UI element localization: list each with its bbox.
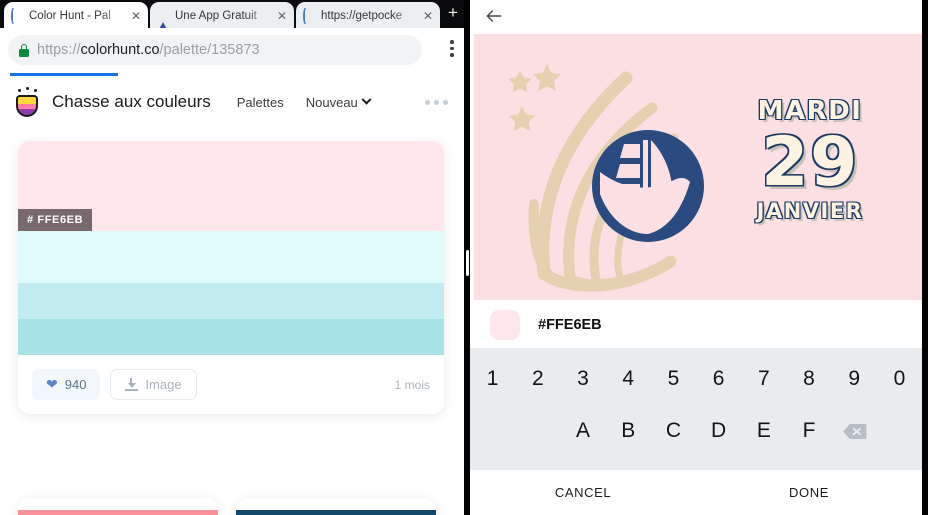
- palette-swatch-3[interactable]: [18, 283, 444, 319]
- key-c[interactable]: C: [651, 406, 696, 456]
- key-f[interactable]: F: [786, 406, 831, 456]
- heart-icon: ❤: [46, 376, 58, 392]
- key-8[interactable]: 8: [786, 354, 831, 404]
- url-scheme: https://: [37, 42, 81, 58]
- browser-tab-1[interactable]: Color Hunt - Pal ✕: [4, 2, 148, 30]
- dialog-actions: CANCEL DONE: [470, 470, 922, 515]
- back-arrow-icon[interactable]: [484, 6, 504, 26]
- hex-keypad-row-letters: A B C D E F: [470, 406, 922, 456]
- browser-tab-3[interactable]: https://getpocke ✕: [296, 2, 440, 30]
- color-hex-value[interactable]: #FFE6EB: [538, 317, 602, 333]
- nav-item-nouveau-label: Nouveau: [305, 94, 358, 110]
- canvas-month-name: JANVIER: [756, 199, 864, 224]
- key-0[interactable]: 0: [877, 354, 922, 404]
- canvas-day-name: MARDI: [757, 96, 863, 126]
- scrollbar-thumb[interactable]: [465, 250, 469, 276]
- like-button[interactable]: ❤ 940: [32, 369, 101, 400]
- browser-tab-1-title: Color Hunt - Pal: [29, 10, 111, 22]
- colorhunt-header: Chasse aux couleurs Palettes Nouveau: [0, 76, 464, 128]
- key-7[interactable]: 7: [741, 354, 786, 404]
- app-pane: MARDI 29 JANVIER #FFE6EB 1 2 3 4 5 6 7 8…: [470, 0, 922, 515]
- key-backspace[interactable]: [832, 406, 877, 456]
- palette-swatches: # FFE6EB: [18, 141, 444, 355]
- close-icon[interactable]: ✕: [131, 10, 141, 22]
- design-canvas[interactable]: MARDI 29 JANVIER: [474, 34, 922, 300]
- palette-card[interactable]: # FFE6EB ❤ 940 Image 1 mois: [18, 141, 444, 414]
- secure-lock-icon: [19, 43, 29, 57]
- like-count: 940: [64, 377, 87, 392]
- colorhunt-nav: Palettes Nouveau: [237, 94, 372, 110]
- close-icon[interactable]: ✕: [423, 10, 433, 22]
- palette-swatch-2[interactable]: [18, 231, 444, 283]
- three-dots-icon[interactable]: [425, 100, 448, 105]
- key-d[interactable]: D: [696, 406, 741, 456]
- browser-tabstrip: Color Hunt - Pal ✕ Une App Gratuit ✕ htt…: [0, 0, 464, 30]
- palette-card-footer: ❤ 940 Image 1 mois: [18, 355, 444, 414]
- url-path: /palette/135873: [159, 42, 260, 58]
- screenshot-root: Color Hunt - Pal ✕ Une App Gratuit ✕ htt…: [0, 0, 928, 515]
- palette-card-below-2[interactable]: [236, 498, 436, 515]
- nav-item-nouveau[interactable]: Nouveau: [305, 94, 372, 110]
- url-host: colorhunt.co: [80, 42, 160, 58]
- palette-swatch-preview: [236, 510, 436, 515]
- done-button[interactable]: DONE: [696, 470, 922, 515]
- hex-keypad-row-numbers: 1 2 3 4 5 6 7 8 9 0: [470, 354, 922, 404]
- address-bar[interactable]: https://colorhunt.co/palette/135873: [8, 35, 422, 65]
- palette-swatch-preview: [18, 510, 218, 515]
- nav-item-palettes[interactable]: Palettes: [237, 95, 284, 110]
- kebab-menu-icon[interactable]: [450, 40, 454, 60]
- close-icon[interactable]: ✕: [277, 10, 287, 22]
- browser-pane: Color Hunt - Pal ✕ Une App Gratuit ✕ htt…: [0, 0, 464, 515]
- key-3[interactable]: 3: [560, 354, 605, 404]
- browser-tab-2[interactable]: Une App Gratuit ✕: [150, 2, 294, 30]
- key-e[interactable]: E: [741, 406, 786, 456]
- palette-swatch-1[interactable]: # FFE6EB: [18, 141, 444, 231]
- triangle-app-icon: [157, 9, 170, 30]
- colorhunt-page: Chasse aux couleurs Palettes Nouveau # F…: [0, 73, 464, 515]
- palette-hex-label: # FFE6EB: [18, 209, 93, 231]
- loading-spinner-icon: [11, 7, 24, 24]
- new-tab-button[interactable]: +: [444, 4, 462, 24]
- key-4[interactable]: 4: [606, 354, 651, 404]
- colorhunt-cup-logo[interactable]: [12, 87, 42, 117]
- browser-toolbar: https://colorhunt.co/palette/135873: [0, 28, 464, 73]
- key-6[interactable]: 6: [696, 354, 741, 404]
- key-spacer-left: [470, 406, 515, 456]
- three-stars-icon: [508, 64, 562, 132]
- palette-age: 1 mois: [394, 377, 430, 392]
- page-title: Chasse aux couleurs: [52, 92, 211, 111]
- nav-item-palettes-label: Palettes: [236, 94, 284, 110]
- loading-spinner-icon: [303, 7, 316, 24]
- key-2[interactable]: 2: [515, 354, 560, 404]
- key-1[interactable]: 1: [470, 354, 515, 404]
- app-topbar: [470, 0, 922, 32]
- canvas-date-text[interactable]: MARDI 29 JANVIER: [720, 96, 900, 223]
- key-b[interactable]: B: [606, 406, 651, 456]
- key-9[interactable]: 9: [832, 354, 877, 404]
- hex-keypad: 1 2 3 4 5 6 7 8 9 0 A B C D E F: [470, 348, 922, 470]
- address-bar-url: https://colorhunt.co/palette/135873: [37, 42, 260, 58]
- backspace-icon: [842, 423, 867, 439]
- key-spacer-left-2: [515, 406, 560, 456]
- browser-tab-2-title: Une App Gratuit: [175, 10, 257, 22]
- download-image-label: Image: [145, 377, 182, 392]
- key-a[interactable]: A: [560, 406, 605, 456]
- chevron-down-icon: [361, 94, 372, 105]
- palette-swatch-4[interactable]: [18, 319, 444, 355]
- palette-card-below-1[interactable]: [18, 498, 218, 515]
- cancel-button[interactable]: CANCEL: [470, 470, 696, 515]
- color-value-row: #FFE6EB: [470, 302, 922, 348]
- canvas-day-number: 29: [761, 123, 859, 202]
- sailboat-in-circle-icon: [592, 130, 704, 242]
- key-5[interactable]: 5: [651, 354, 696, 404]
- color-preview-swatch: [490, 310, 520, 340]
- key-spacer-right: [877, 406, 922, 456]
- download-image-button[interactable]: Image: [110, 369, 197, 400]
- download-icon: [125, 378, 139, 391]
- browser-tab-3-title: https://getpocke: [321, 10, 403, 22]
